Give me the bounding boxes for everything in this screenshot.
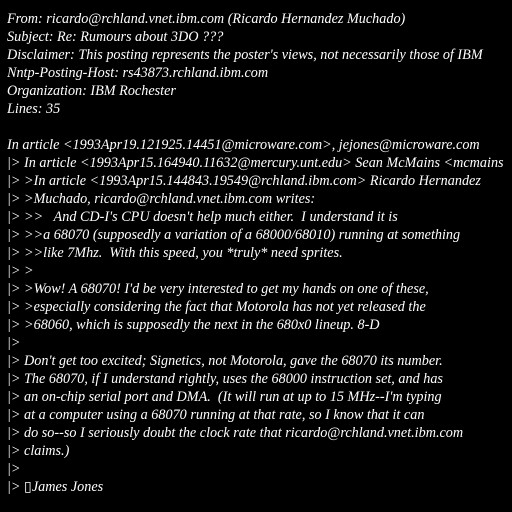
quoted-signature-line: |> ▯James Jones — [7, 479, 104, 495]
quoted-line: |> >68060, which is supposedly the next … — [7, 317, 380, 333]
quoted-line: |> claims.) — [7, 443, 70, 459]
quoted-line: |> — [7, 335, 21, 351]
header-subject: Subject: Re: Rumours about 3DO ??? — [7, 29, 224, 45]
header-lines: Lines: 35 — [7, 101, 61, 117]
quoted-line: |> >Wow! A 68070! I'd be very interested… — [7, 281, 429, 297]
quoted-line: |> > — [7, 263, 34, 279]
quoted-line: |> do so--so I seriously doubt the clock… — [7, 425, 464, 441]
header-organization: Organization: IBM Rochester — [7, 83, 176, 99]
header-nntp-posting-host: Nntp-Posting-Host: rs43873.rchland.ibm.c… — [7, 65, 269, 81]
header-from: From: ricardo@rchland.vnet.ibm.com (Rica… — [7, 11, 406, 27]
message-text: From: ricardo@rchland.vnet.ibm.com (Rica… — [7, 10, 512, 512]
attribution-line: In article <1993Apr19.121925.14451@micro… — [7, 137, 480, 153]
quoted-line: |> >especially considering the fact that… — [7, 299, 426, 315]
quoted-line: |> >>a 68070 (supposedly a variation of … — [7, 227, 461, 243]
quoted-line: |> In article <1993Apr15.164940.11632@me… — [7, 155, 504, 171]
quoted-line: |> >>like 7Mhz. With this speed, you *tr… — [7, 245, 343, 261]
quoted-line: |> an on-chip serial port and DMA. (It w… — [7, 389, 442, 405]
quoted-line: |> >> And CD-I's CPU doesn't help much e… — [7, 209, 398, 225]
quoted-line: |> The 68070, if I understand rightly, u… — [7, 371, 443, 387]
header-disclaimer: Disclaimer: This posting represents the … — [7, 47, 483, 63]
quoted-line: |> >Muchado, ricardo@rchland.vnet.ibm.co… — [7, 191, 316, 207]
quoted-line: |> Don't get too excited; Signetics, not… — [7, 353, 443, 369]
quoted-line: |> at a computer using a 68070 running a… — [7, 407, 425, 423]
quoted-line: |> — [7, 461, 21, 477]
quoted-line: |> >In article <1993Apr15.144843.19549@r… — [7, 173, 481, 189]
